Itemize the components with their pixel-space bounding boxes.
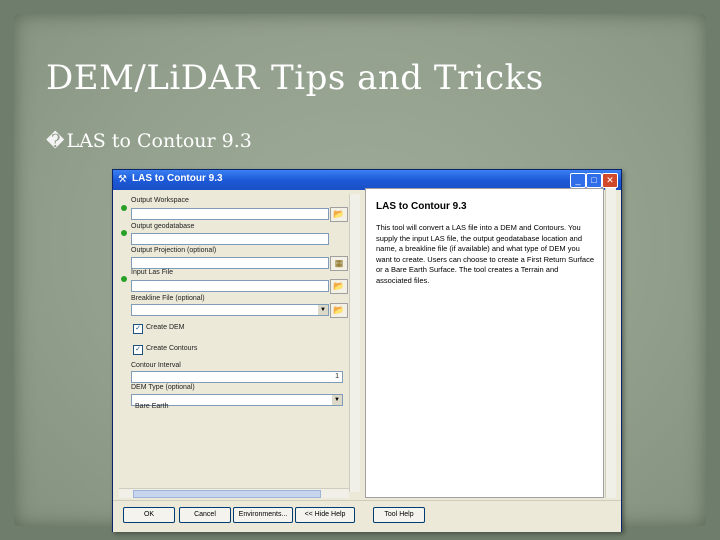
maximize-button[interactable]: □ <box>586 173 602 188</box>
bullet-text: LAS to Contour 9.3 <box>66 130 252 152</box>
chevron-down-icon[interactable]: ▼ <box>318 305 328 315</box>
minimize-button[interactable]: _ <box>570 173 586 188</box>
browse-folder-button[interactable]: 📂 <box>330 207 348 222</box>
contour-interval-label: Contour Interval <box>131 362 181 369</box>
params-horizontal-scrollbar[interactable] <box>119 488 349 498</box>
parameters-pane: Output Workspace 📂 Output geodatabase Ou… <box>119 194 355 496</box>
required-indicator-icon <box>121 205 127 211</box>
output-geodatabase-label: Output geodatabase <box>131 223 195 230</box>
cancel-button[interactable]: Cancel <box>179 507 231 523</box>
tool-help-button[interactable]: Tool Help <box>373 507 425 523</box>
scroll-thumb[interactable] <box>133 490 321 498</box>
help-body: This tool will convert a LAS file into a… <box>376 223 595 285</box>
ok-button[interactable]: OK <box>123 507 175 523</box>
projection-properties-button[interactable]: ▦ <box>330 256 348 271</box>
output-projection-label: Output Projection (optional) <box>131 247 217 254</box>
slide-bullet: � LAS to Contour 9.3 <box>46 130 252 152</box>
input-las-file-input[interactable] <box>131 280 329 292</box>
create-contours-label: Create Contours <box>146 345 198 352</box>
breakline-file-combo[interactable]: ▼ <box>131 304 329 316</box>
dem-type-combo[interactable]: Bare Earth ▼ <box>131 394 343 410</box>
hide-help-button[interactable]: << Hide Help <box>295 507 355 523</box>
environments-button[interactable]: Environments... <box>233 507 293 523</box>
help-scrollbar[interactable] <box>605 188 616 498</box>
close-button[interactable]: ✕ <box>602 173 618 188</box>
folder-icon: 📂 <box>333 305 345 315</box>
dialog-button-bar: OK Cancel Environments... << Hide Help T… <box>113 500 621 532</box>
projection-icon: ▦ <box>334 258 344 268</box>
bullet-glyph: � <box>46 131 65 152</box>
dem-type-label: DEM Type (optional) <box>131 384 195 391</box>
folder-icon: 📂 <box>333 209 345 219</box>
output-workspace-label: Output Workspace <box>131 197 189 204</box>
output-geodatabase-input[interactable] <box>131 233 329 245</box>
output-projection-input[interactable] <box>131 257 329 269</box>
help-title: LAS to Contour 9.3 <box>376 201 467 212</box>
slide-title: DEM/LiDAR Tips and Tricks <box>46 58 544 98</box>
browse-las-button[interactable]: 📂 <box>330 279 348 294</box>
folder-icon: 📂 <box>333 281 345 291</box>
output-workspace-input[interactable] <box>131 208 329 220</box>
help-pane: LAS to Contour 9.3 This tool will conver… <box>365 188 604 498</box>
window-titlebar[interactable]: ⚒ LAS to Contour 9.3 _ □ ✕ <box>113 170 621 190</box>
window-title: LAS to Contour 9.3 <box>132 173 223 184</box>
create-dem-label: Create DEM <box>146 324 185 331</box>
create-dem-checkbox[interactable]: ✓ <box>133 324 143 334</box>
las-to-contour-dialog: ⚒ LAS to Contour 9.3 _ □ ✕ Output Worksp… <box>112 169 622 532</box>
required-indicator-icon <box>121 230 127 236</box>
chevron-down-icon[interactable]: ▼ <box>332 395 342 405</box>
required-indicator-icon <box>121 276 127 282</box>
tool-icon: ⚒ <box>118 174 127 185</box>
create-contours-checkbox[interactable]: ✓ <box>133 345 143 355</box>
params-vertical-scrollbar[interactable] <box>349 194 360 492</box>
breakline-file-label: Breakline File (optional) <box>131 295 205 302</box>
browse-breakline-button[interactable]: 📂 <box>330 303 348 318</box>
input-las-file-label: Input Las File <box>131 269 174 276</box>
contour-interval-input[interactable]: 1 <box>131 371 343 383</box>
